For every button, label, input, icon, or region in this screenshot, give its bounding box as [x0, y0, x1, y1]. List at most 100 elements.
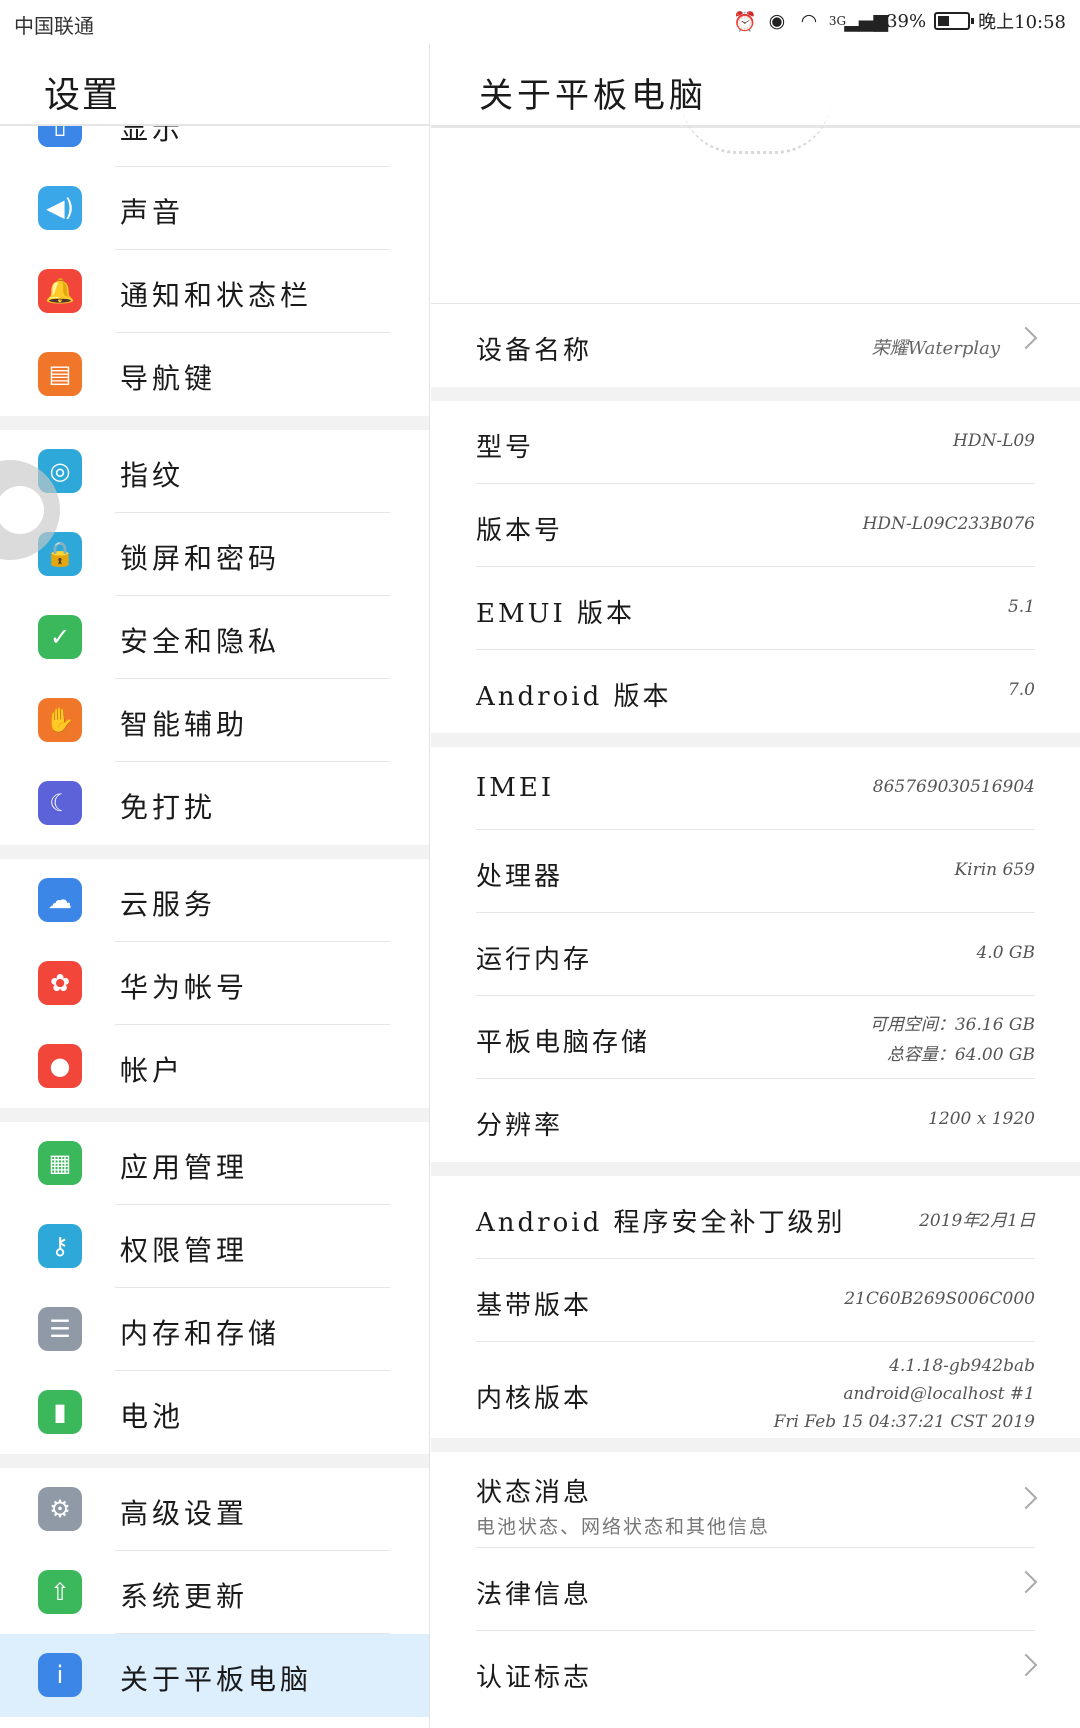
sidebar-item[interactable]: ▤ 导航键 [0, 333, 429, 416]
legal-info-row[interactable]: 法律信息 [431, 1548, 1080, 1631]
baseband-value: 21C60B269S006C000 [844, 1289, 1035, 1309]
status-info-label: 状态消息 [476, 1478, 593, 1508]
imei-row: IMEI 865769030516904 [431, 747, 1080, 830]
model-row: 型号 HDN-L09 [431, 401, 1080, 484]
sidebar-item-label: 关于平板电脑 [120, 1663, 313, 1696]
sidebar-item-label: 指纹 [120, 459, 185, 492]
sidebar-header: 设置 [0, 44, 429, 126]
huawei-icon: ✿ [38, 961, 82, 1005]
android-version-row: Android 版本 7.0 [431, 650, 1080, 733]
imei-label: IMEI [476, 773, 555, 803]
section-divider [431, 387, 1080, 401]
section-divider [431, 733, 1080, 747]
sidebar-item[interactable]: ◎ 指纹 [0, 430, 429, 513]
security-patch-row: Android 程序安全补丁级别 2019年2月1日 [431, 1176, 1080, 1259]
sidebar-item[interactable]: ☁ 云服务 [0, 859, 429, 942]
section-divider [431, 1438, 1080, 1452]
software-section: Android 程序安全补丁级别 2019年2月1日 基带版本 21C60B26… [431, 1176, 1080, 1438]
chevron-right-icon [1014, 1570, 1038, 1594]
about-pane: 关于平板电脑 设备名称 荣耀Waterplay 型号 HDN-L09 版本号 H… [431, 44, 1080, 1728]
sidebar-item[interactable]: 🔔 通知和状态栏 [0, 250, 429, 333]
eye-icon: ◉ [768, 10, 786, 32]
sidebar-item[interactable]: ⚷ 权限管理 [0, 1205, 429, 1288]
sidebar-item[interactable]: ◀) 声音 [0, 167, 429, 250]
settings-sidebar: 设置 ▯显示◀)声音🔔通知和状态栏▤导航键◎指纹🔒锁屏和密码✓安全和隐私✋智能辅… [0, 44, 430, 1728]
emui-version-row: EMUI 版本 5.1 [431, 567, 1080, 650]
gear-icon: ⚙ [38, 1487, 82, 1531]
storage-value: 可用空间：36.16 GB 总容量：64.00 GB [870, 1010, 1035, 1070]
section-divider [0, 416, 429, 430]
sidebar-item[interactable]: ☾ 免打扰 [0, 762, 429, 845]
sidebar-item[interactable]: i 关于平板电脑 [0, 1634, 429, 1717]
carrier-name: 中国联通 [14, 14, 94, 38]
sidebar-item-label: 帐户 [120, 1054, 185, 1087]
update-icon: ⇧ [38, 1570, 82, 1614]
kernel-value: 4.1.18-gb942bab android@localhost #1 Fri… [774, 1352, 1035, 1436]
hardware-section: IMEI 865769030516904 处理器 Kirin 659 运行内存 … [431, 747, 1080, 1162]
sidebar-item-label: 权限管理 [120, 1234, 249, 1267]
ram-value: 4.0 GB [976, 943, 1035, 963]
status-bar: 中国联通 ⏰ ◉ ◠ 3G ▂▄▆ 39% 晚上10:58 [0, 0, 1080, 44]
sidebar-item-label: 导航键 [120, 362, 217, 395]
sidebar-item-label: 应用管理 [120, 1151, 249, 1184]
sidebar-item-label: 通知和状态栏 [120, 279, 313, 312]
imei-value: 865769030516904 [872, 777, 1035, 797]
android-version-label: Android 版本 [476, 682, 672, 712]
device-image-area [431, 128, 1080, 303]
resolution-row: 分辨率 1200 x 1920 [431, 1079, 1080, 1162]
certification-row[interactable]: 认证标志 [431, 1631, 1080, 1714]
kernel-row: 内核版本 4.1.18-gb942bab android@localhost #… [431, 1342, 1080, 1438]
sidebar-item[interactable]: ✓ 安全和隐私 [0, 596, 429, 679]
chevron-right-icon [1014, 1653, 1038, 1677]
navigation-key-icon: ▤ [38, 352, 82, 396]
device-name-row[interactable]: 设备名称 荣耀Waterplay [431, 304, 1080, 387]
sidebar-item-label: 内存和存储 [120, 1317, 281, 1350]
sidebar-item[interactable]: 🔒 锁屏和密码 [0, 513, 429, 596]
sidebar-item[interactable]: ● 帐户 [0, 1025, 429, 1108]
kernel-line-2: android@localhost #1 [843, 1384, 1035, 1404]
ram-label: 运行内存 [476, 945, 593, 975]
version-section: 型号 HDN-L09 版本号 HDN-L09C233B076 EMUI 版本 5… [431, 401, 1080, 733]
sidebar-item-label: 华为帐号 [120, 971, 249, 1004]
processor-label: 处理器 [476, 862, 564, 892]
emui-version-value: 5.1 [1007, 597, 1035, 617]
shield-icon: ✓ [38, 615, 82, 659]
sidebar-item[interactable]: ⚙ 高级设置 [0, 1468, 429, 1551]
battery-percent: 39% [886, 10, 927, 32]
cloud-icon: ☁ [38, 878, 82, 922]
security-patch-value: 2019年2月1日 [919, 1211, 1035, 1231]
resolution-value: 1200 x 1920 [928, 1109, 1035, 1129]
build-number-row[interactable]: 版本号 HDN-L09C233B076 [431, 484, 1080, 567]
sidebar-item-label: 云服务 [120, 888, 217, 921]
sidebar-item[interactable]: ✋ 智能辅助 [0, 679, 429, 762]
emui-version-label: EMUI 版本 [476, 599, 636, 629]
hand-icon: ✋ [38, 698, 82, 742]
sidebar-item-label: 安全和隐私 [120, 625, 281, 658]
sidebar-item-label: 免打扰 [120, 791, 217, 824]
status-info-row[interactable]: 状态消息 电池状态、网络状态和其他信息 [431, 1452, 1080, 1548]
sidebar-item[interactable]: ⇧ 系统更新 [0, 1551, 429, 1634]
sidebar-item[interactable]: ▦ 应用管理 [0, 1122, 429, 1205]
legal-info-label: 法律信息 [476, 1580, 593, 1610]
alarm-icon: ⏰ [733, 10, 757, 33]
build-number-value: HDN-L09C233B076 [862, 514, 1035, 534]
sidebar-item[interactable]: ✿ 华为帐号 [0, 942, 429, 1025]
device-name-label: 设备名称 [476, 336, 593, 366]
processor-row: 处理器 Kirin 659 [431, 830, 1080, 913]
status-icons: ⏰ ◉ ◠ 3G ▂▄▆ 39% 晚上10:58 [733, 8, 1066, 34]
model-label: 型号 [476, 433, 535, 463]
sidebar-item[interactable]: ▮ 电池 [0, 1371, 429, 1454]
account-icon: ● [38, 1044, 82, 1088]
sidebar-item[interactable]: ☰ 内存和存储 [0, 1288, 429, 1371]
chevron-right-icon [1014, 326, 1038, 350]
key-icon: ⚷ [38, 1224, 82, 1268]
processor-value: Kirin 659 [954, 860, 1035, 880]
sidebar-item-label: 高级设置 [120, 1497, 249, 1530]
storage-row: 平板电脑存储 可用空间：36.16 GB 总容量：64.00 GB [431, 996, 1080, 1079]
resolution-label: 分辨率 [476, 1111, 564, 1141]
kernel-line-1: 4.1.18-gb942bab [889, 1356, 1035, 1376]
signal-icon: ▂▄▆ [844, 10, 889, 32]
section-divider [0, 845, 429, 859]
build-number-label: 版本号 [476, 516, 564, 546]
status-info-sub: 电池状态、网络状态和其他信息 [476, 1516, 771, 1538]
